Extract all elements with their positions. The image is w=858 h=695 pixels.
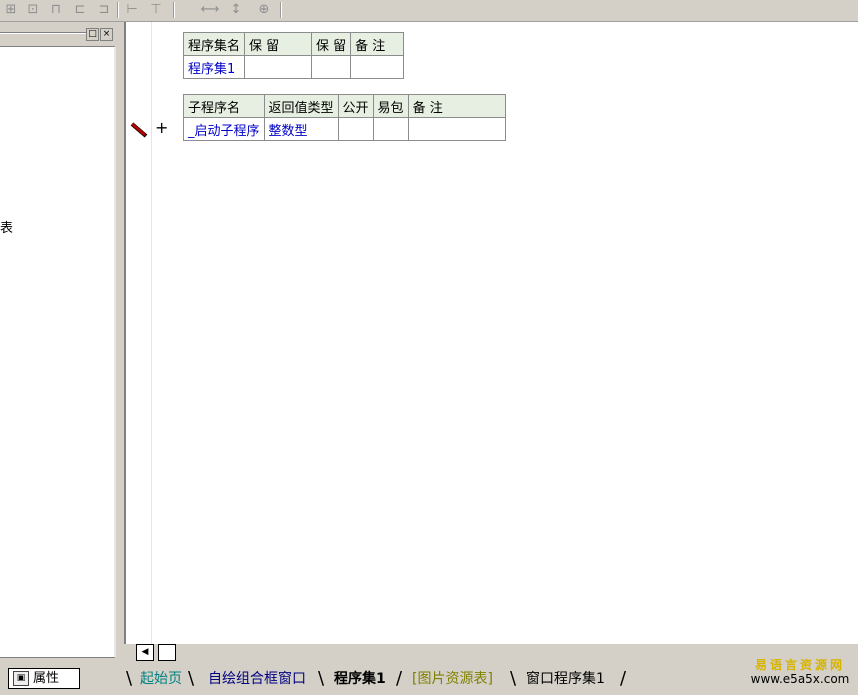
toolbar-separator <box>173 2 175 18</box>
hspace-icon[interactable]: ⊢ <box>122 1 142 19</box>
return-type-cell[interactable]: 整数型 <box>263 117 339 141</box>
code-editor[interactable]: + 程序集名 保 留 保 留 备 注 程序集1 子程序名 返回值类型 公开 易包… <box>124 22 858 644</box>
left-panel-titlebar: □ × <box>0 26 118 42</box>
tab-image-resources[interactable]: [图片资源表] <box>412 668 493 690</box>
notes-header: 备 注 <box>350 32 405 56</box>
tab-properties[interactable]: ▣ 属性 <box>8 668 80 689</box>
scroll-left-icon[interactable]: ◀ <box>136 644 154 661</box>
left-panel-content: 表 <box>0 46 116 658</box>
notes-cell[interactable] <box>350 55 405 79</box>
watermark-url: www.e5a5x.com <box>750 672 850 686</box>
tab-properties-label: 属性 <box>33 671 60 686</box>
scroll-right-button[interactable] <box>158 644 176 661</box>
toolbar: ⊞ ⊡ ⊓ ⊏ ⊐ ⊢ ⊤ ⟷ ↕ ⊕ <box>0 0 858 22</box>
tab-start-page[interactable]: 起始页 <box>140 668 182 690</box>
public-cell[interactable] <box>337 117 374 141</box>
truncated-label: 表 <box>0 221 14 236</box>
center-icon[interactable]: ⊕ <box>254 1 274 19</box>
align-right-icon[interactable]: ⊏ <box>70 1 90 19</box>
restore-icon[interactable]: □ <box>86 28 99 41</box>
assembly-name-header: 程序集名 <box>182 32 246 56</box>
align-left-icon[interactable]: ⊞ <box>2 1 20 19</box>
same-height-icon[interactable]: ⟷ <box>198 1 222 19</box>
tab-window-assembly-1[interactable]: 窗口程序集1 <box>526 668 605 690</box>
watermark-name: 易语言资源网 <box>754 658 845 672</box>
easy-package-header: 易包 <box>372 94 409 118</box>
reserved-cell-2[interactable] <box>311 55 352 79</box>
left-panel: □ × 表 <box>0 22 122 662</box>
expand-icon[interactable]: + <box>155 120 168 136</box>
reserved-header-1: 保 留 <box>244 32 313 56</box>
editor-gutter <box>126 22 152 644</box>
return-type-header: 返回值类型 <box>263 94 339 118</box>
toolbar-separator <box>117 2 119 18</box>
assembly-name-cell[interactable]: 程序集1 <box>182 55 246 79</box>
notes-header: 备 注 <box>407 94 506 118</box>
same-width-icon[interactable]: ⊐ <box>94 1 114 19</box>
public-header: 公开 <box>337 94 374 118</box>
vspace-icon[interactable]: ⊤ <box>146 1 166 19</box>
assembly-table: 程序集名 保 留 保 留 备 注 程序集1 <box>182 32 405 79</box>
tab-custom-combo-window[interactable]: 自绘组合框窗口 <box>208 668 306 690</box>
subroutine-name-header: 子程序名 <box>183 94 265 118</box>
align-top-icon[interactable]: ⊓ <box>46 1 66 19</box>
watermark-logo: 易语言资源网 www.e5a5x.com <box>744 658 856 686</box>
reserved-header-2: 保 留 <box>311 32 352 56</box>
tab-assembly-1[interactable]: 程序集1 <box>334 668 386 690</box>
toolbar-separator <box>280 2 282 18</box>
subroutine-table: 子程序名 返回值类型 公开 易包 备 注 _启动子程序 整数型 <box>183 94 506 141</box>
properties-icon: ▣ <box>13 671 29 686</box>
notes-cell[interactable] <box>407 117 506 141</box>
subroutine-name-cell[interactable]: _启动子程序 <box>183 117 265 141</box>
center-vertical-icon[interactable]: ↕ <box>226 1 246 19</box>
easy-package-cell[interactable] <box>372 117 409 141</box>
pencil-icon <box>130 122 148 138</box>
reserved-cell-1[interactable] <box>244 55 313 79</box>
align-center-icon[interactable]: ⊡ <box>24 1 42 19</box>
close-icon[interactable]: × <box>100 28 113 41</box>
